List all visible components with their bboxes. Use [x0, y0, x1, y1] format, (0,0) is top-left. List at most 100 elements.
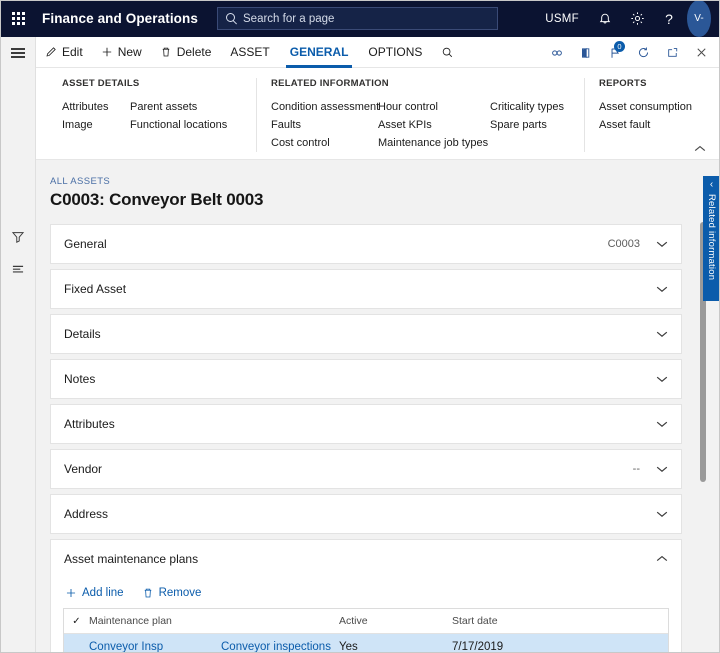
action-group-related-information: RELATED INFORMATION Condition assessment… [256, 78, 584, 152]
action-link-functional-locations[interactable]: Functional locations [130, 116, 242, 134]
action-link-asset-consumption[interactable]: Asset consumption [599, 98, 709, 116]
action-link-image[interactable]: Image [62, 116, 124, 134]
page-title: C0003: Conveyor Belt 0003 [50, 190, 264, 209]
search-input[interactable]: Search for a page [217, 7, 498, 30]
app-launcher-waffle-icon[interactable] [0, 0, 37, 37]
tab-options[interactable]: OPTIONS [358, 37, 432, 68]
refresh-icon[interactable] [629, 37, 658, 68]
action-group-title: ASSET DETAILS [62, 78, 140, 89]
trash-icon [142, 587, 154, 599]
avatar[interactable]: V- [687, 0, 711, 37]
fasttab-header[interactable]: Fixed Asset [51, 270, 681, 308]
content-area: ALL ASSETS C0003: Conveyor Belt 0003 Gen… [36, 160, 720, 653]
action-pane: ASSET DETAILS Attributes Image Parent as… [36, 68, 720, 160]
action-link-parent-assets[interactable]: Parent assets [130, 98, 242, 116]
action-link-hour-control[interactable]: Hour control [378, 98, 484, 116]
delete-label: Delete [176, 45, 212, 59]
action-link-asset-kpis[interactable]: Asset KPIs [378, 116, 484, 134]
navigation-menu-hamburger-icon[interactable] [0, 37, 36, 69]
collapse-action-pane-chevron-up-icon[interactable] [690, 141, 710, 157]
fasttab-body: Add line Remove ✓ Maintenance plan Activ… [51, 578, 681, 653]
chevron-down-icon [656, 285, 668, 293]
command-bar-right-actions: 0 [542, 37, 716, 68]
action-link-cost-control[interactable]: Cost control [271, 134, 372, 152]
fasttab-label: Vendor [64, 462, 103, 476]
fasttab-header[interactable]: Attributes [51, 405, 681, 443]
add-line-label: Add line [82, 587, 124, 599]
fasttab-label: Address [64, 507, 109, 521]
fasttab-header[interactable]: Asset maintenance plans [51, 540, 681, 578]
search-placeholder: Search for a page [243, 12, 335, 25]
fasttab-header[interactable]: Notes [51, 360, 681, 398]
chevron-down-icon [656, 420, 668, 428]
list-lines-icon[interactable] [0, 253, 36, 285]
action-group-asset-details: ASSET DETAILS Attributes Image Parent as… [48, 78, 256, 152]
fasttab-summary: -- [632, 463, 640, 475]
settings-gear-icon[interactable] [621, 0, 653, 37]
fasttab-label: Notes [64, 372, 96, 386]
add-line-button[interactable]: Add line [63, 584, 132, 602]
chevron-left-icon: ‹ [709, 179, 714, 190]
cell-description[interactable]: Conveyor inspections [221, 641, 339, 653]
notification-count-badge: 0 [614, 41, 625, 52]
office-app-icon[interactable] [571, 37, 600, 68]
remove-label: Remove [158, 587, 202, 599]
top-bar-right-actions: USMF ? V- [535, 0, 720, 37]
chevron-down-icon [656, 330, 668, 338]
fasttab-header[interactable]: Details [51, 315, 681, 353]
app-title: Finance and Operations [42, 11, 198, 26]
help-icon[interactable]: ? [653, 0, 685, 37]
maintenance-plans-grid: ✓ Maintenance plan Active Start date Con… [63, 608, 669, 653]
top-navigation-bar: Finance and Operations Search for a page… [0, 0, 720, 37]
cell-maintenance-plan[interactable]: Conveyor Insp [89, 641, 221, 653]
pencil-icon [45, 46, 57, 58]
fasttab-list: General C0003 Fixed Asset Details Notes … [36, 210, 720, 653]
table-row[interactable]: Conveyor Insp Conveyor inspections Yes 7… [64, 634, 668, 653]
fasttab-asset-maintenance-plans: Asset maintenance plans Add line Remove … [50, 539, 682, 653]
related-information-tab[interactable]: ‹ Related information [703, 176, 720, 301]
link-chain-icon[interactable] [542, 37, 571, 68]
column-header-start-date[interactable]: Start date [452, 615, 572, 627]
notifications-flag-icon[interactable]: 0 [600, 37, 629, 68]
action-link-asset-fault[interactable]: Asset fault [599, 116, 709, 134]
column-header-active[interactable]: Active [339, 615, 452, 627]
fasttab-header[interactable]: General C0003 [51, 225, 681, 263]
notifications-bell-icon[interactable] [589, 0, 621, 37]
action-link-faults[interactable]: Faults [271, 116, 372, 134]
new-button[interactable]: New [92, 37, 151, 68]
chevron-down-icon [656, 375, 668, 383]
select-all-checkmark-icon[interactable]: ✓ [64, 616, 89, 627]
tab-asset[interactable]: ASSET [220, 37, 279, 68]
column-header-maintenance-plan[interactable]: Maintenance plan [89, 615, 221, 627]
fasttab-address: Address [50, 494, 682, 534]
delete-button[interactable]: Delete [151, 37, 221, 68]
breadcrumb[interactable]: ALL ASSETS [36, 160, 720, 187]
remove-button[interactable]: Remove [140, 584, 210, 602]
open-in-new-window-icon[interactable] [658, 37, 687, 68]
cell-active[interactable]: Yes [339, 641, 452, 653]
fasttab-header[interactable]: Vendor -- [51, 450, 681, 488]
grid-toolbar: Add line Remove [51, 578, 681, 608]
fasttab-general: General C0003 [50, 224, 682, 264]
search-icon [441, 46, 454, 59]
action-group-title: REPORTS [599, 78, 647, 89]
search-icon [226, 13, 237, 24]
action-link-spare-parts[interactable]: Spare parts [490, 116, 570, 134]
fasttab-label: Fixed Asset [64, 282, 127, 296]
action-link-maintenance-job-types[interactable]: Maintenance job types [378, 134, 488, 152]
command-bar: Edit New Delete ASSET GENERAL OPTIONS 0 [36, 37, 720, 68]
tab-general[interactable]: GENERAL [280, 37, 359, 68]
fasttab-details: Details [50, 314, 682, 354]
cell-start-date[interactable]: 7/17/2019 [452, 641, 572, 653]
action-link-attributes[interactable]: Attributes [62, 98, 124, 116]
fasttab-label: Details [64, 327, 101, 341]
close-icon[interactable] [687, 37, 716, 68]
company-selector[interactable]: USMF [535, 0, 589, 37]
action-link-condition-assessment[interactable]: Condition assessment [271, 98, 379, 116]
action-link-criticality-types[interactable]: Criticality types [490, 98, 570, 116]
filter-funnel-icon[interactable] [0, 221, 36, 253]
fasttab-label: Asset maintenance plans [64, 552, 199, 566]
edit-button[interactable]: Edit [36, 37, 92, 68]
fasttab-header[interactable]: Address [51, 495, 681, 533]
command-search-button[interactable] [432, 37, 468, 68]
